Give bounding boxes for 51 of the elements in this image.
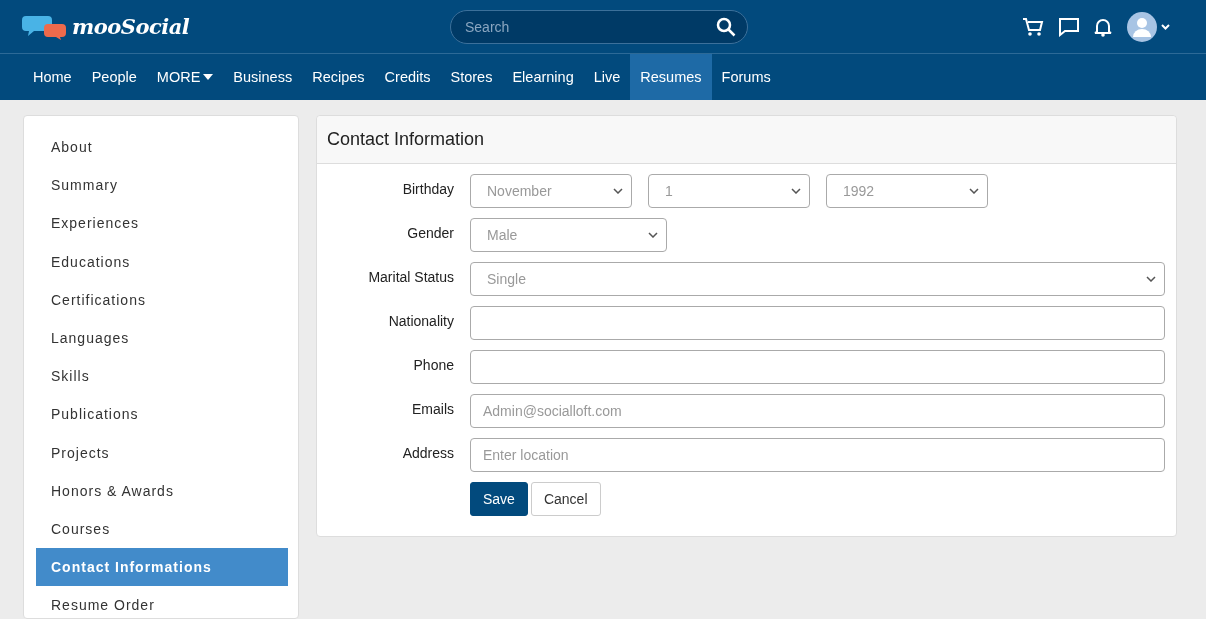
- sidebar-item[interactable]: Educations: [36, 242, 288, 281]
- nav-item[interactable]: Home: [23, 54, 82, 100]
- card-title: Contact Information: [317, 116, 1176, 164]
- field-label: Birthday: [401, 180, 454, 199]
- nav-item[interactable]: MORE: [146, 54, 224, 100]
- sidebar-item[interactable]: Publications: [36, 395, 288, 434]
- cart-icon[interactable]: [1022, 16, 1044, 37]
- nav-item[interactable]: Forums: [711, 54, 781, 100]
- chevron-down-icon: [613, 188, 623, 194]
- chevron-down-icon: [1146, 276, 1156, 282]
- chat-icon[interactable]: [1058, 16, 1080, 37]
- sidebar-item[interactable]: Skills: [36, 357, 288, 396]
- sidebar-item[interactable]: Certifications: [36, 280, 288, 319]
- nav-item[interactable]: Resumes: [630, 54, 712, 100]
- nav-item[interactable]: Business: [223, 54, 303, 100]
- sidebar-item[interactable]: Courses: [36, 509, 288, 549]
- bell-icon[interactable]: [1094, 16, 1112, 37]
- chevron-down-icon: [648, 232, 658, 238]
- nav-item[interactable]: People: [81, 54, 147, 100]
- speech-bubbles-logo-icon: [22, 13, 66, 40]
- nav-item[interactable]: Stores: [440, 54, 503, 100]
- sidebar-item[interactable]: Honors & Awards: [36, 471, 288, 510]
- chevron-down-icon: [969, 188, 979, 194]
- text-field[interactable]: Admin@socialloft.com: [470, 394, 1165, 428]
- save-button[interactable]: Save: [470, 482, 528, 516]
- sidebar-item[interactable]: About: [36, 128, 288, 167]
- text-field[interactable]: Enter location: [470, 438, 1165, 472]
- field-label: Gender: [406, 224, 454, 243]
- sidebar-item[interactable]: Experiences: [36, 204, 288, 243]
- avatar-icon[interactable]: [1126, 10, 1172, 43]
- sidebar-item[interactable]: Summary: [36, 166, 288, 205]
- brand-name: mooSocial: [72, 14, 190, 39]
- field-label: Phone: [412, 356, 454, 375]
- field-label: Address: [401, 444, 454, 463]
- nav-item[interactable]: Live: [583, 54, 631, 100]
- cancel-button[interactable]: Cancel: [530, 482, 601, 516]
- sidebar-item[interactable]: Projects: [36, 433, 288, 472]
- field-label: Emails: [411, 400, 454, 419]
- search-field[interactable]: Search: [450, 9, 748, 44]
- nav-item[interactable]: Credits: [374, 54, 441, 100]
- field-label: Marital Status: [367, 268, 454, 287]
- sidebar-item[interactable]: Languages: [36, 318, 288, 358]
- nav-item[interactable]: Elearning: [502, 54, 584, 100]
- sidebar-item[interactable]: Contact Informations: [36, 548, 288, 587]
- search-icon[interactable]: [716, 16, 736, 37]
- nav-item[interactable]: Recipes: [302, 54, 375, 100]
- field-label: Nationality: [387, 312, 454, 331]
- text-field[interactable]: [470, 350, 1165, 384]
- text-field[interactable]: [470, 306, 1165, 340]
- chevron-down-icon: [791, 188, 801, 194]
- sidebar-item[interactable]: Resume Order: [36, 586, 288, 619]
